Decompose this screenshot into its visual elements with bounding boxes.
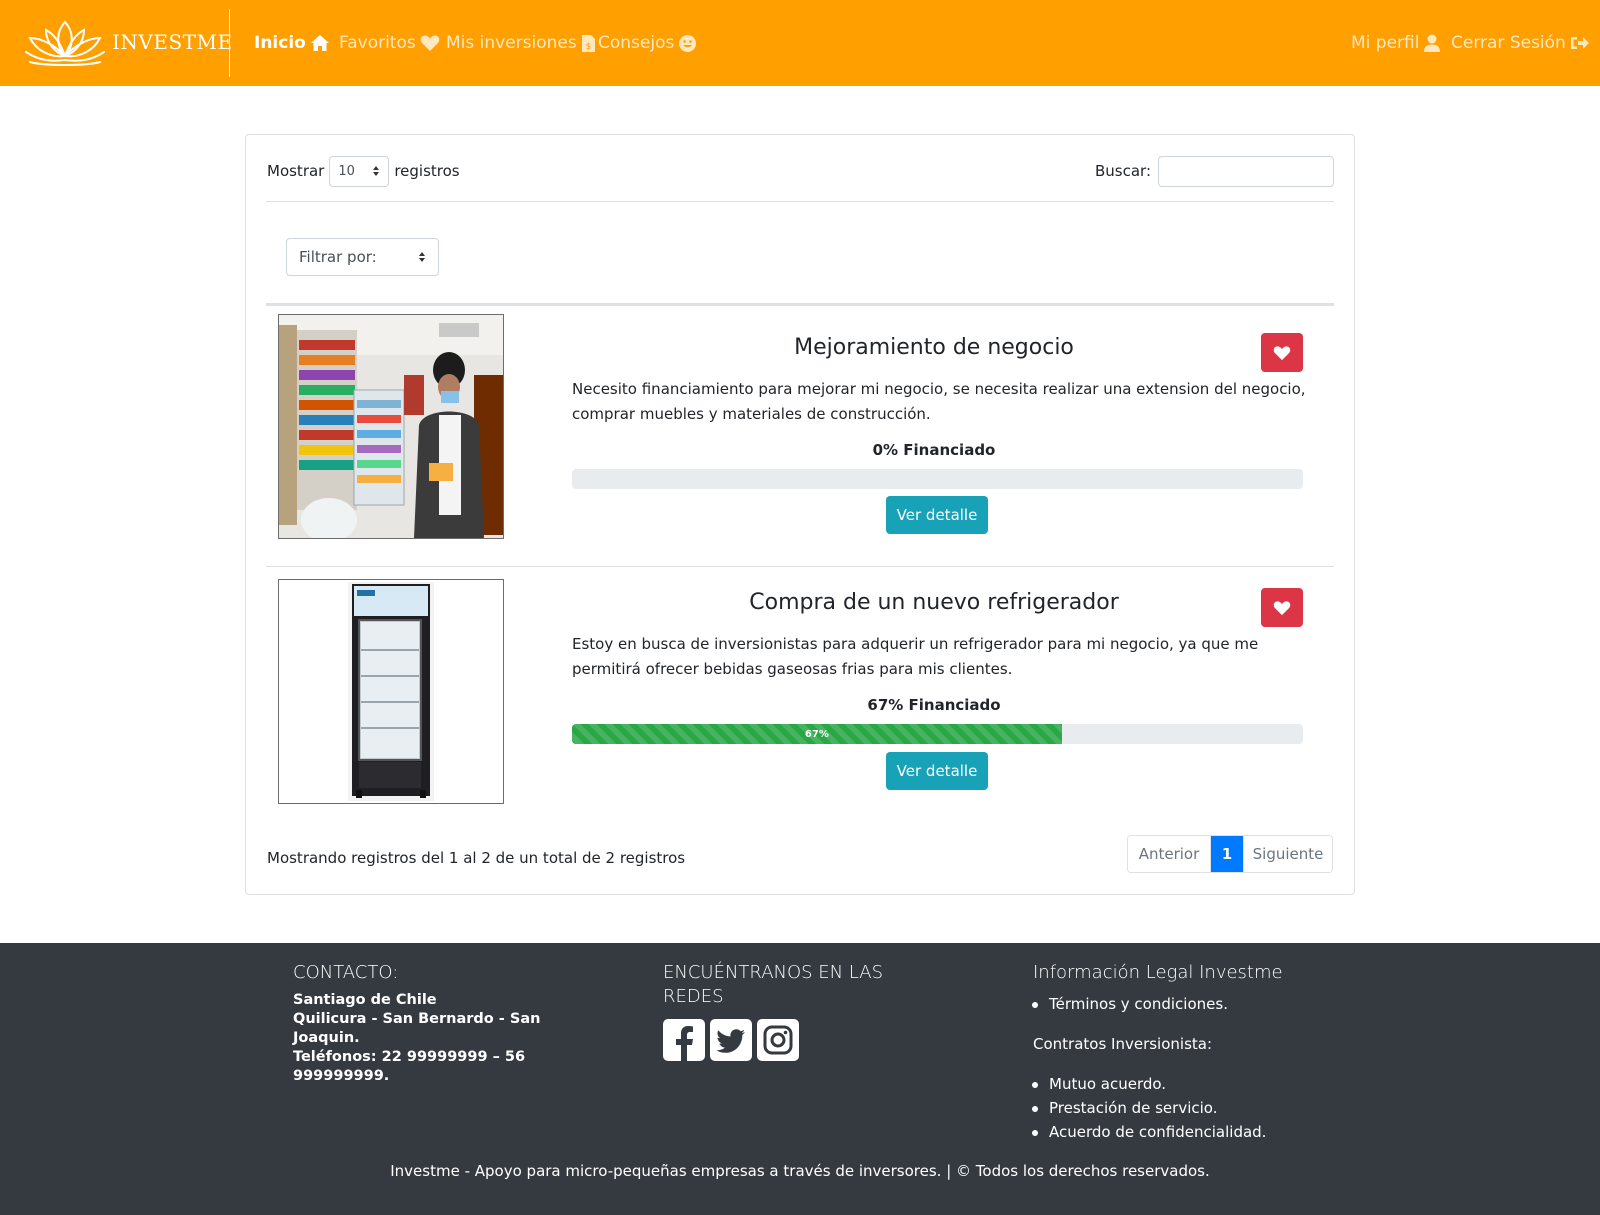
contracts-heading: Contratos Inversionista:	[1033, 1035, 1213, 1053]
contact-line: Santiago de Chile	[293, 992, 437, 1008]
smile-icon	[679, 34, 697, 52]
project-description: Estoy en busca de inversionistas para ad…	[572, 635, 1259, 678]
favorite-button[interactable]	[1261, 588, 1303, 627]
nav-mi-perfil[interactable]: Mi perfil	[1351, 30, 1441, 56]
user-icon	[1424, 34, 1441, 52]
contracts-list: Mutuo acuerdo. Prestación de servicio. A…	[1031, 1072, 1266, 1144]
filter-select[interactable]: Filtrar por:	[286, 238, 439, 276]
heart-icon	[1273, 345, 1291, 360]
nav-favoritos[interactable]: Favoritos	[339, 30, 440, 56]
nav-consejos-label: Consejos	[598, 33, 675, 53]
contract-item[interactable]: Prestación de servicio.	[1031, 1096, 1266, 1120]
heart-icon	[1273, 600, 1291, 615]
funded-label: 67% Financiado	[867, 696, 1001, 714]
view-detail-button[interactable]: Ver detalle	[886, 496, 988, 534]
project-title: Compra de un nuevo refrigerador	[749, 590, 1119, 615]
pagination-previous[interactable]: Anterior	[1128, 836, 1210, 872]
project-description: Necesito financiamiento para mejorar mi …	[572, 380, 1306, 423]
contact-line: Quilicura - San Bernardo - San Joaquin.	[293, 1011, 541, 1046]
legal-heading: Información Legal Investme	[1033, 962, 1283, 983]
twitter-icon[interactable]	[710, 1019, 752, 1061]
footer: CONTACTO: Santiago de Chile Quilicura - …	[0, 943, 1600, 1215]
navbar-divider	[229, 9, 230, 77]
contract-item[interactable]: Acuerdo de confidencialidad.	[1031, 1120, 1266, 1144]
table-header-divider	[266, 303, 1334, 306]
pagination-page-1[interactable]: 1	[1210, 836, 1243, 872]
social-links	[663, 1019, 799, 1061]
funding-progress-bar	[572, 469, 1303, 489]
nav-consejos[interactable]: Consejos	[598, 30, 697, 56]
divider	[266, 201, 1334, 202]
page-length-value: 10	[338, 163, 355, 179]
show-label: Mostrar	[267, 162, 325, 180]
table-info: Mostrando registros del 1 al 2 de un tot…	[267, 849, 686, 867]
funding-progress-fill: 67%	[572, 724, 1062, 744]
pagination-next[interactable]: Siguiente	[1243, 836, 1332, 872]
filter-placeholder: Filtrar por:	[299, 248, 377, 266]
sign-out-icon	[1570, 37, 1589, 49]
footer-copyright: Investme - Apoyo para micro-pequeñas emp…	[390, 1162, 1210, 1180]
lotus-logo-icon	[25, 20, 105, 66]
contract-item[interactable]: Mutuo acuerdo.	[1031, 1072, 1266, 1096]
page-length-control: Mostrar 10 registros	[267, 155, 460, 187]
nav-inicio[interactable]: Inicio	[254, 30, 330, 56]
select-arrows-icon	[373, 166, 380, 176]
projects-card: Mostrar 10 registros Buscar: Filtrar por…	[245, 134, 1355, 895]
row-divider	[266, 566, 1334, 567]
favorite-button[interactable]	[1261, 333, 1303, 372]
contact-info: Santiago de Chile Quilicura - San Bernar…	[293, 991, 543, 1086]
refrigerator-photo	[278, 579, 504, 804]
funded-label: 0% Financiado	[872, 441, 996, 459]
search-label: Buscar:	[1094, 162, 1151, 180]
nav-inicio-label: Inicio	[254, 33, 306, 53]
svg-text:$: $	[585, 42, 591, 52]
facebook-icon[interactable]	[663, 1019, 705, 1061]
brand-name: INVESTME	[112, 30, 233, 54]
page-length-select[interactable]: 10	[329, 155, 390, 187]
contact-line: Teléfonos: 22 99999999 – 56 999999999.	[293, 1049, 526, 1084]
nav-mis-inversiones-label: Mis inversiones	[446, 33, 577, 53]
legal-item-terms[interactable]: Términos y condiciones.	[1032, 992, 1228, 1016]
view-detail-button[interactable]: Ver detalle	[886, 752, 988, 790]
legal-list: Términos y condiciones.	[1032, 992, 1228, 1016]
records-label: registros	[394, 162, 460, 180]
nav-mis-inversiones[interactable]: Mis inversiones $	[446, 30, 596, 56]
brand-logo[interactable]: INVESTME	[20, 16, 233, 68]
nav-cerrar-sesion[interactable]: Cerrar Sesión	[1451, 30, 1590, 56]
contact-heading: CONTACTO:	[293, 962, 399, 983]
nav-favoritos-label: Favoritos	[339, 33, 416, 53]
nav-cerrar-sesion-label: Cerrar Sesión	[1451, 33, 1566, 53]
pagination: Anterior 1 Siguiente	[1127, 835, 1333, 873]
nav-mi-perfil-label: Mi perfil	[1351, 33, 1420, 53]
heart-icon	[420, 35, 440, 51]
file-invoice-dollar-icon: $	[581, 34, 595, 52]
search-control: Buscar:	[1095, 155, 1334, 187]
project-title: Mejoramiento de negocio	[794, 335, 1074, 360]
funding-progress-bar: 67%	[572, 724, 1303, 744]
search-input[interactable]	[1158, 155, 1334, 187]
social-heading: ENCUÉNTRANOS EN LAS REDES	[663, 962, 884, 1007]
home-icon	[310, 35, 329, 51]
instagram-icon[interactable]	[757, 1019, 799, 1061]
top-navbar: INVESTME Inicio Favoritos Mis inversione…	[0, 0, 1600, 86]
select-arrows-icon	[419, 252, 425, 262]
store-owner-photo	[278, 314, 504, 539]
